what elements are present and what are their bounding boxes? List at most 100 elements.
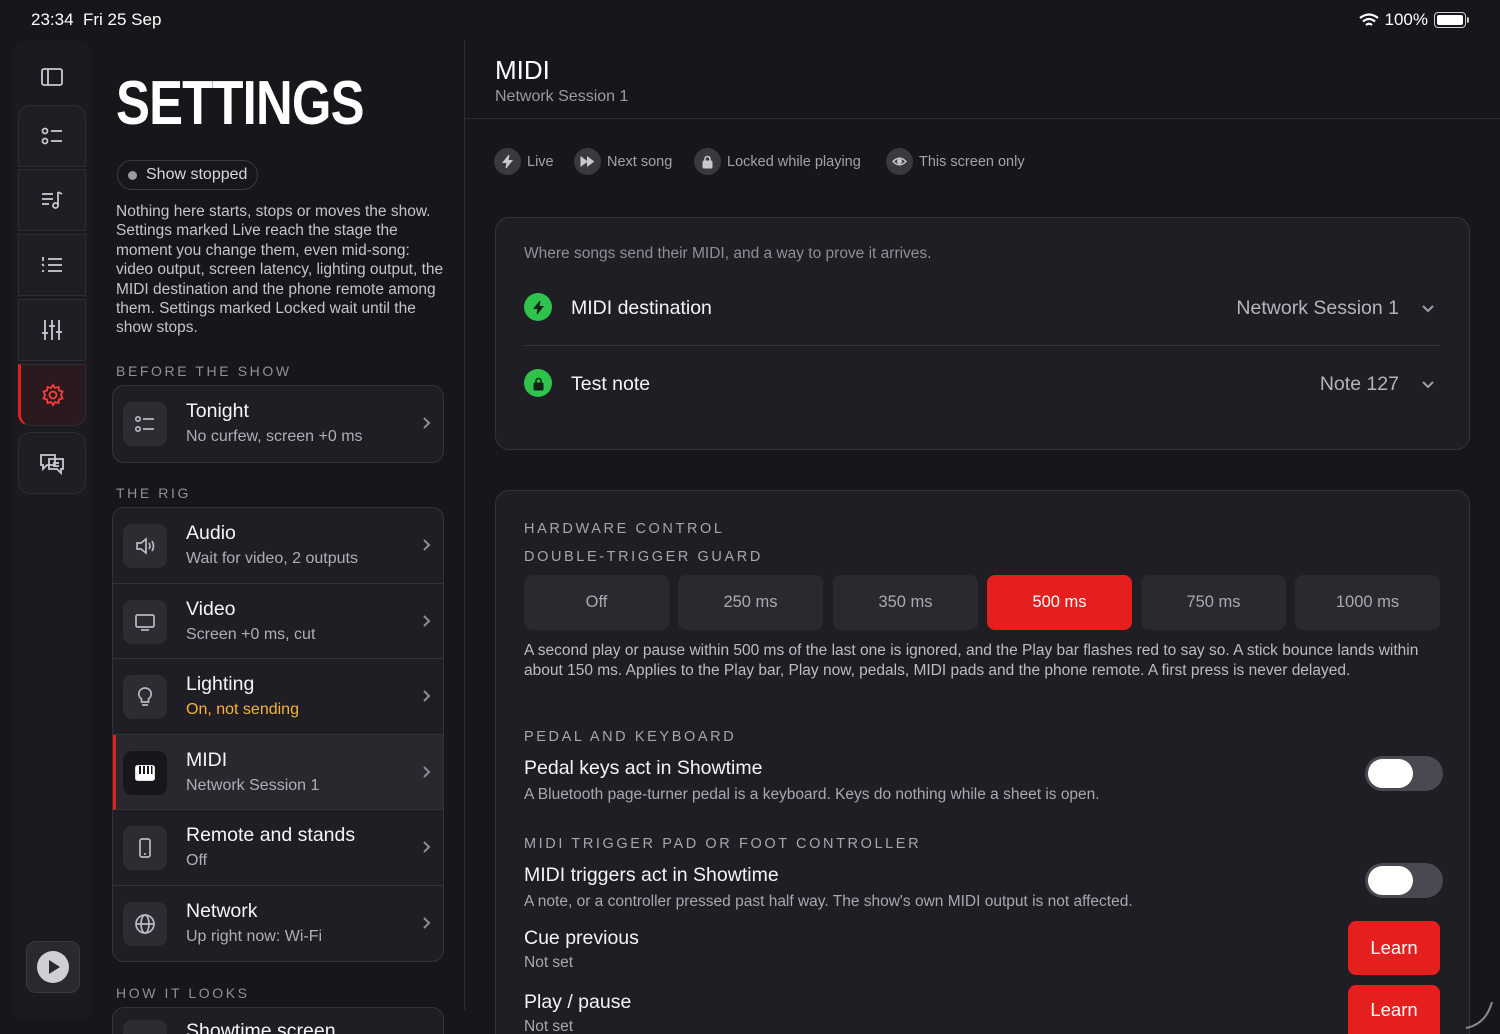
cue-previous-title: Cue previous <box>524 927 639 949</box>
rail-chat-button[interactable] <box>18 432 86 494</box>
pad-toggle-help: A note, or a controller pressed past hal… <box>524 893 1133 910</box>
eye-icon <box>892 157 907 166</box>
sidebar-item-video[interactable]: Video Screen +0 ms, cut <box>113 584 443 659</box>
sidebar-item-title: Network <box>186 899 258 922</box>
test-note-select[interactable]: Note 127 <box>1180 362 1445 406</box>
section-label-the-rig: THE RIG <box>116 485 191 501</box>
sidebar-item-network[interactable]: Network Up right now: Wi-Fi <box>113 886 443 962</box>
checklist-icon <box>41 127 62 145</box>
guard-option-250[interactable]: 250 ms <box>678 575 823 630</box>
chevron-right-icon <box>423 765 431 778</box>
chevron-right-icon <box>423 539 431 551</box>
card-group-before-show: Tonight No curfew, screen +0 ms <box>112 385 444 463</box>
pad-section-label: MIDI TRIGGER PAD OR FOOT CONTROLLER <box>524 836 922 852</box>
sliders-icon <box>42 320 62 340</box>
sidebar-item-audio[interactable]: Audio Wait for video, 2 outputs <box>113 508 443 584</box>
guard-option-750[interactable]: 750 ms <box>1141 575 1286 630</box>
wifi-icon <box>1358 12 1379 26</box>
play-button[interactable] <box>26 941 80 993</box>
sidebar-item-lighting[interactable]: Lighting On, not sending <box>113 659 443 735</box>
speaker-icon <box>136 537 155 555</box>
sidebar-item-tonight[interactable]: Tonight No curfew, screen +0 ms <box>113 386 443 462</box>
sidebar-item-title: Showtime screen <box>186 1020 336 1034</box>
midi-triggers-toggle[interactable] <box>1365 863 1443 898</box>
sidebar-item-remote[interactable]: Remote and stands Off <box>113 810 443 886</box>
chevron-down-icon <box>1422 381 1434 389</box>
guard-option-off[interactable]: Off <box>524 575 669 630</box>
midi-destination-select[interactable]: Network Session 1 <box>1180 286 1445 330</box>
midi-destination-value: Network Session 1 <box>1236 297 1399 319</box>
chevron-right-icon <box>423 690 431 702</box>
status-time: 23:34 Fri 25 Sep <box>31 10 162 29</box>
section-label-how-it-looks: HOW IT LOOKS <box>116 985 250 1001</box>
cue-previous-value: Not set <box>524 954 574 971</box>
lock-icon <box>702 155 713 169</box>
sidebar-item-title: Audio <box>186 522 236 544</box>
sidebar-item-subtitle: Wait for video, 2 outputs <box>186 550 358 567</box>
sidebar-item-title: Remote and stands <box>186 824 356 846</box>
piano-keys-icon <box>135 764 155 781</box>
pedal-toggle-title: Pedal keys act in Showtime <box>524 757 763 779</box>
chevron-down-icon <box>1422 305 1434 313</box>
test-note-value: Note 127 <box>1319 373 1399 395</box>
sidebar-item-title: Video <box>186 597 236 620</box>
guard-option-350[interactable]: 350 ms <box>833 575 978 630</box>
learn-cue-previous-button[interactable]: Learn <box>1348 921 1440 975</box>
legend-this-screen: This screen only <box>886 148 1025 175</box>
page-title: SETTINGS <box>116 69 364 138</box>
sidebar-toggle-button[interactable] <box>18 46 86 108</box>
card-group-how-it-looks: Showtime screen <box>112 1007 444 1034</box>
resize-grip-icon <box>1465 1001 1493 1029</box>
play-icon <box>37 951 69 983</box>
detail-subtitle: Network Session 1 <box>495 88 629 105</box>
rail-settings-button[interactable] <box>18 364 86 426</box>
numbered-list-icon <box>41 257 62 272</box>
chevron-right-icon <box>423 417 431 429</box>
section-label-before-show: BEFORE THE SHOW <box>116 363 292 379</box>
card-group-the-rig: Audio Wait for video, 2 outputs Video Sc… <box>112 507 444 962</box>
sidebar-item-subtitle: Screen +0 ms, cut <box>186 625 316 643</box>
phone-icon <box>139 838 151 858</box>
sidebar-item-showtime-screen[interactable]: Showtime screen <box>113 1008 443 1034</box>
battery-percent: 100% <box>1384 10 1428 29</box>
lightbulb-icon <box>137 687 153 706</box>
gear-icon <box>42 383 64 407</box>
pedal-section-label: PEDAL AND KEYBOARD <box>524 729 737 745</box>
chat-icon <box>40 454 64 476</box>
sidebar-item-title: Tonight <box>186 400 249 422</box>
sidebar-item-subtitle: No curfew, screen +0 ms <box>186 428 363 445</box>
intro-text: Nothing here starts, stops or moves the … <box>116 203 444 337</box>
pad-toggle-title: MIDI triggers act in Showtime <box>524 864 779 886</box>
learn-play-pause-button[interactable]: Learn <box>1348 985 1440 1034</box>
fast-forward-icon <box>580 156 595 167</box>
sidebar-item-subtitle: On, not sending <box>186 701 299 718</box>
status-indicators: 100% <box>1358 10 1469 30</box>
chevron-right-icon <box>423 614 431 627</box>
rail-mixer-button[interactable] <box>18 299 86 361</box>
monitor-icon <box>135 613 155 631</box>
column-divider <box>464 40 465 1010</box>
rail-songs-button[interactable] <box>18 169 86 231</box>
guard-option-500[interactable]: 500 ms <box>987 575 1132 630</box>
play-pause-value: Not set <box>524 1018 574 1034</box>
guard-label: DOUBLE-TRIGGER GUARD <box>524 549 763 565</box>
hardware-heading: HARDWARE CONTROL <box>524 521 725 537</box>
detail-title: MIDI <box>495 55 550 85</box>
play-pause-title: Play / pause <box>524 991 632 1013</box>
sidebar-item-midi[interactable]: MIDI Network Session 1 <box>113 734 443 810</box>
pedal-toggle-help: A Bluetooth page-turner pedal is a keybo… <box>524 786 1100 803</box>
panel-divider <box>524 345 1440 346</box>
destination-panel-description: Where songs send their MIDI, and a way t… <box>524 245 932 262</box>
bolt-icon <box>532 300 544 314</box>
sidebar-item-subtitle: Off <box>186 852 208 869</box>
guard-option-1000[interactable]: 1000 ms <box>1295 575 1440 630</box>
sidebar-item-title: MIDI <box>186 748 228 771</box>
show-status-badge: Show stopped <box>117 160 259 190</box>
legend-locked: Locked while playing <box>694 148 861 175</box>
pedal-keys-toggle[interactable] <box>1365 756 1443 791</box>
rail-setlist-button[interactable] <box>18 234 86 296</box>
music-list-icon <box>42 191 63 209</box>
sidebar-item-subtitle: Up right now: Wi-Fi <box>186 927 323 945</box>
globe-icon <box>135 913 155 934</box>
rail-checklist-button[interactable] <box>18 105 86 167</box>
